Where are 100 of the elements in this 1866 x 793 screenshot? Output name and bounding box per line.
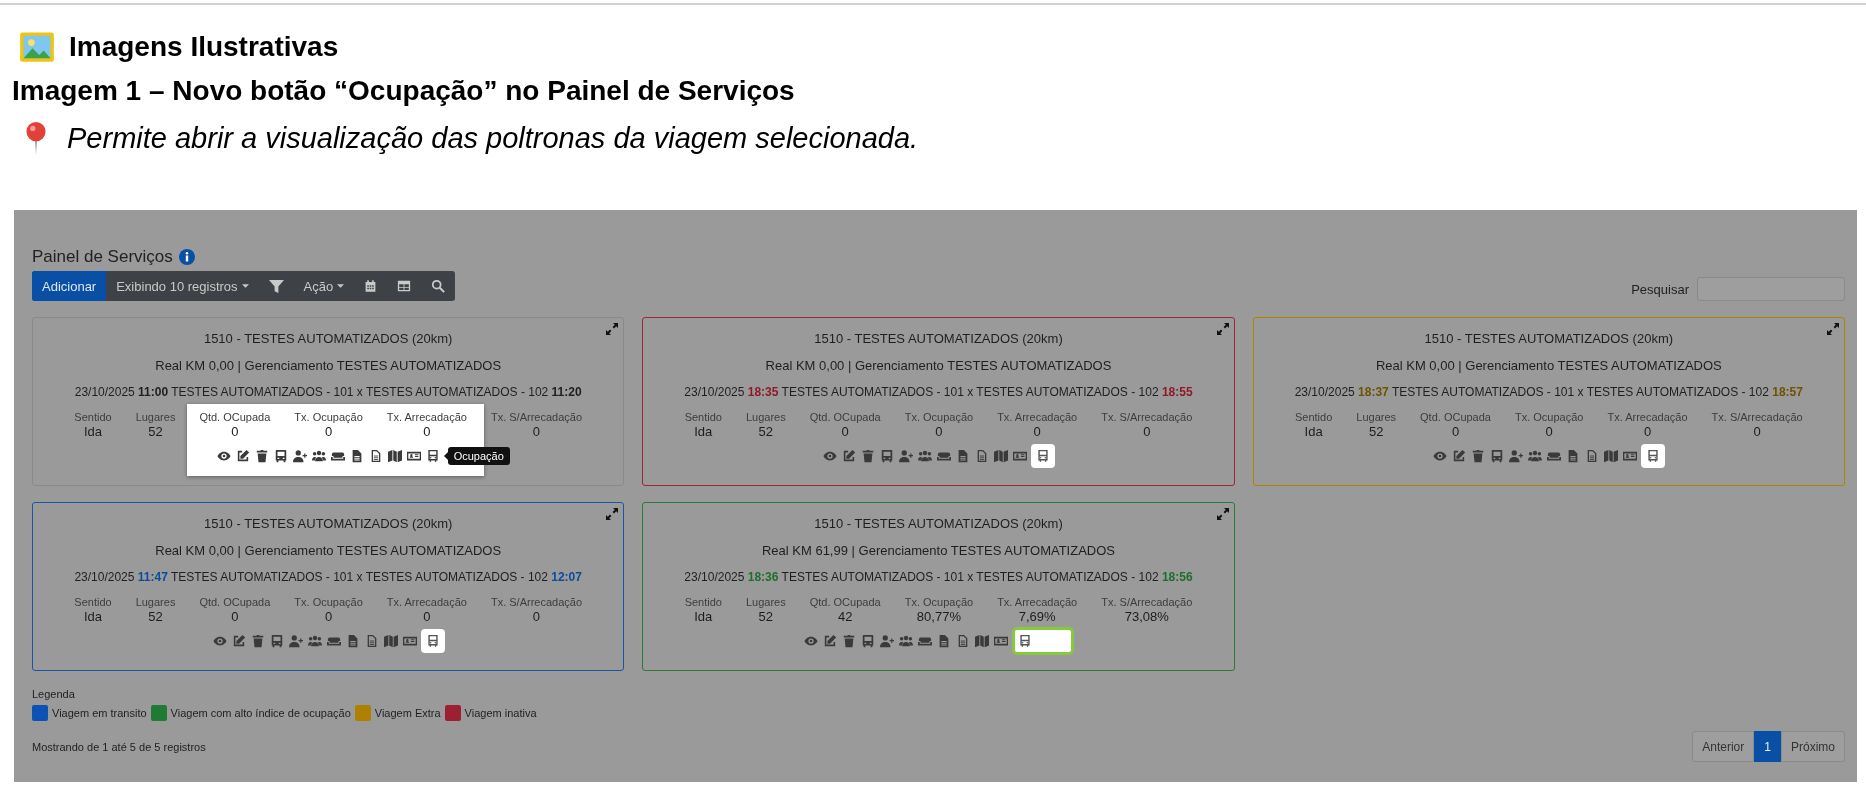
bus-icon[interactable] — [1018, 634, 1032, 648]
stat-value: 0 — [1753, 424, 1761, 439]
stat-value: 0 — [841, 424, 849, 439]
stat-value: 0 — [935, 424, 943, 439]
stat-label: Lugares — [135, 595, 176, 609]
stat-value: 80,77% — [916, 609, 961, 624]
occupancy-button[interactable] — [420, 629, 445, 653]
stat-label: Tx. Arrecadação — [1607, 410, 1688, 424]
stat-label: Tx. Ocupação — [294, 410, 363, 424]
stat-value: 42 — [837, 609, 853, 624]
stat-value: 0 — [324, 609, 333, 624]
trip-schedule: 23/10/2025 18:37 TESTES AUTOMATIZADOS - 101 x TESTES AUTOMATIZADOS - 102 18:57 — [1293, 384, 1804, 400]
stat-value: 0 — [1545, 424, 1553, 439]
stat-value: 0 — [324, 424, 333, 439]
edit-icon[interactable] — [235, 449, 250, 463]
panel-title: Painel de Serviços — [32, 247, 173, 267]
stat-label: Tx. Arrecadação — [997, 410, 1078, 424]
id-card-icon[interactable] — [406, 449, 421, 463]
info-icon[interactable] — [178, 249, 195, 265]
stat-value: 0 — [423, 609, 431, 624]
stat-value: 52 — [1368, 424, 1384, 439]
stat-value: Ida — [1304, 424, 1323, 439]
trip-schedule: 23/10/2025 18:35 TESTES AUTOMATIZADOS - 101 x TESTES AUTOMATIZADOS - 102 18:55 — [683, 384, 1194, 400]
trip-info: Real KM 0,00 | Gerenciamento TESTES AUTOMATIZADOS — [154, 358, 503, 374]
stat-label: Tx. Arrecadação — [386, 410, 467, 424]
bus-icon[interactable] — [1036, 449, 1050, 463]
occupancy-button[interactable] — [1012, 627, 1074, 655]
records-summary: Mostrando de 1 até 5 de 5 registros — [32, 740, 206, 753]
page-button[interactable]: Próximo — [1781, 731, 1845, 762]
trash-icon[interactable] — [254, 449, 269, 463]
expand-icon[interactable] — [1827, 323, 1839, 335]
stat-label: Lugares — [745, 410, 786, 424]
stat-label: Tx. Ocupação — [904, 595, 974, 609]
bus-icon[interactable] — [273, 449, 288, 463]
stat-label: Tx. S/Arrecadação — [490, 595, 582, 609]
trip-info: Real KM 0,00 | Gerenciamento TESTES AUTOMATIZADOS — [1374, 358, 1723, 374]
page-button[interactable]: Anterior — [1692, 731, 1755, 762]
stat-label: Tx. S/Arrecadação — [490, 410, 582, 424]
stat-value: 52 — [758, 424, 774, 439]
stat-label: Qtd. OCupada — [199, 595, 271, 609]
stat-value: 7,69% — [1018, 609, 1056, 624]
trip-info: Real KM 61,99 | Gerenciamento TESTES AUTOMATIZADOS — [760, 543, 1116, 559]
calendar-icon[interactable] — [364, 279, 378, 293]
stat-value: Ida — [83, 424, 102, 439]
stat-value: 0 — [532, 609, 541, 624]
stat-value: 0 — [1451, 424, 1460, 439]
add-button[interactable]: Adicionar — [32, 271, 107, 301]
stat-value: 52 — [148, 424, 163, 439]
stat-value: 52 — [758, 609, 774, 624]
eye-icon[interactable] — [216, 449, 231, 463]
expand-icon[interactable] — [606, 508, 619, 520]
stat-value: Ida — [83, 609, 102, 624]
trip-title: 1510 - TESTES AUTOMATIZADOS (20km) — [202, 516, 454, 532]
stat-value: 0 — [532, 424, 541, 439]
stat-label: Qtd. OCupada — [809, 595, 881, 609]
stat-label: Tx. S/Arrecadação — [1101, 410, 1193, 424]
stat-value: 0 — [1643, 424, 1652, 439]
bus-icon[interactable] — [1646, 449, 1661, 463]
bus-icon[interactable] — [425, 449, 440, 463]
stat-value: 52 — [148, 609, 163, 624]
stat-label: Qtd. OCupada — [809, 410, 881, 424]
stat-label: Sentido — [74, 595, 112, 609]
trip-info: Real KM 0,00 | Gerenciamento TESTES AUTOMATIZADOS — [154, 543, 503, 559]
trip-title: 1510 - TESTES AUTOMATIZADOS (20km) — [813, 331, 1064, 347]
expand-icon[interactable] — [606, 323, 619, 335]
occupancy-button[interactable] — [1641, 444, 1666, 468]
stat-value: Ida — [694, 424, 713, 439]
table-icon[interactable] — [397, 279, 412, 293]
caret-icon — [241, 284, 249, 288]
expand-icon[interactable] — [1216, 508, 1229, 520]
page-size-dropdown[interactable]: Exibindo 10 registros — [106, 271, 259, 301]
image-icon — [19, 29, 55, 65]
filter-icon[interactable] — [268, 278, 284, 294]
stat-label: Qtd. OCupada — [199, 410, 271, 424]
users-icon[interactable] — [311, 449, 326, 463]
bus-icon[interactable] — [425, 634, 440, 648]
stat-value: 0 — [1033, 424, 1041, 439]
stat-value: 0 — [423, 424, 431, 439]
stat-label: Tx. Ocupação — [904, 410, 974, 424]
expand-icon[interactable] — [1216, 323, 1229, 335]
stat-label: Sentido — [74, 410, 112, 424]
legend-label: Viagem inativa — [464, 707, 537, 719]
stat-value: 0 — [231, 609, 239, 624]
legend-label: Viagem em transito — [52, 707, 147, 719]
map-icon[interactable] — [387, 449, 402, 463]
trip-schedule: 23/10/2025 11:47 TESTES AUTOMATIZADOS - 101 x TESTES AUTOMATIZADOS - 102 12:07 — [73, 569, 583, 585]
page-button[interactable]: 1 — [1754, 731, 1781, 762]
stat-label: Lugares — [1356, 410, 1397, 424]
action-dropdown[interactable]: Ação — [293, 271, 355, 301]
search-label: Pesquisar — [1631, 281, 1689, 297]
user-plus-icon[interactable] — [292, 449, 307, 463]
search-icon[interactable] — [431, 279, 446, 293]
trip-title: 1510 - TESTES AUTOMATIZADOS (20km) — [1423, 331, 1675, 347]
trip-schedule: 23/10/2025 18:36 TESTES AUTOMATIZADOS - 101 x TESTES AUTOMATIZADOS - 102 18:56 — [683, 569, 1194, 585]
stat-label: Tx. Arrecadação — [997, 595, 1078, 609]
stat-label: Tx. Ocupação — [1515, 410, 1584, 424]
trip-schedule: 23/10/2025 11:00 TESTES AUTOMATIZADOS - 101 x TESTES AUTOMATIZADOS - 102 11:20 — [73, 384, 583, 400]
stat-label: Lugares — [745, 595, 786, 609]
occupancy-button[interactable] — [1031, 444, 1055, 468]
trip-title: 1510 - TESTES AUTOMATIZADOS (20km) — [813, 516, 1064, 532]
